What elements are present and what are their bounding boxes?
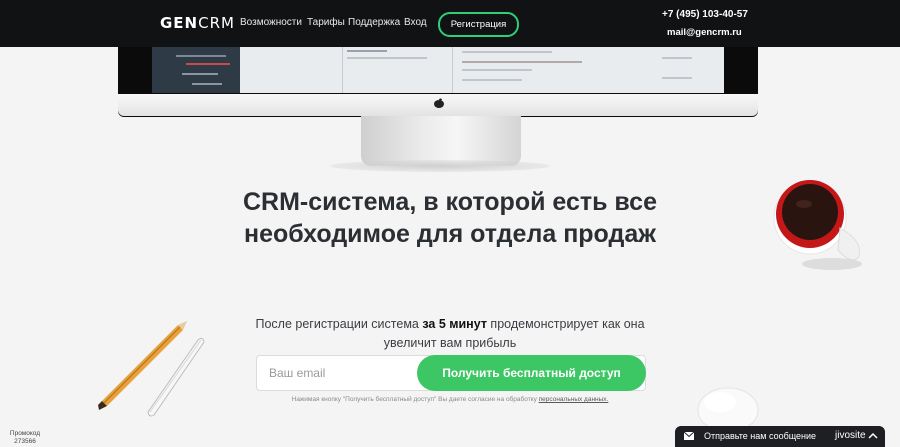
logo-crm: CRM <box>198 14 235 32</box>
get-free-access-button[interactable]: Получить бесплатный доступ <box>417 355 646 391</box>
monitor-screen <box>152 47 724 93</box>
nav-login[interactable]: Вход <box>404 17 427 28</box>
chevron-up-icon[interactable] <box>868 431 878 441</box>
monitor-stand <box>361 116 521 166</box>
promo-code: Промокод 273566 <box>4 430 46 446</box>
site-header: GENCRM Возможности Тарифы Поддержка Вход… <box>0 0 900 47</box>
mouse-image <box>697 387 759 426</box>
consent-label: Нажимая кнопку "Получить бесплатный дост… <box>291 396 539 403</box>
hero-headline: CRM-система, в которой есть все необходи… <box>243 188 657 248</box>
screen-sidebar <box>152 47 240 93</box>
chat-label: Отправьте нам сообщение <box>704 431 817 441</box>
envelope-icon <box>684 432 694 440</box>
contact-email[interactable]: mail@gencrm.ru <box>667 27 742 38</box>
logo[interactable]: GENCRM <box>160 14 235 32</box>
apple-logo-icon <box>434 98 444 108</box>
chat-brand: jivosite <box>835 430 866 441</box>
phone-number[interactable]: +7 (495) 103-40-57 <box>662 9 748 20</box>
promo-value: 273566 <box>14 438 36 445</box>
nav-features[interactable]: Возможности <box>240 17 302 28</box>
chat-widget[interactable]: Отправьте нам сообщение jivosite <box>675 426 885 447</box>
privacy-link[interactable]: персональных данных. <box>539 396 609 403</box>
logo-gen: GEN <box>160 14 199 32</box>
nav-support[interactable]: Поддержка <box>348 17 400 28</box>
promo-label: Промокод <box>9 430 41 437</box>
consent-text: Нажимая кнопку "Получить бесплатный дост… <box>240 396 660 403</box>
coffee-cup-image <box>773 180 862 270</box>
email-input[interactable] <box>269 356 419 390</box>
nav-pricing[interactable]: Тарифы <box>307 17 345 28</box>
register-button[interactable]: Регистрация <box>438 12 519 37</box>
subtitle-highlight: за 5 минут <box>422 317 487 331</box>
stand-shadow <box>330 160 550 172</box>
hero-subtitle: После регистрации система за 5 минут про… <box>240 315 660 353</box>
subtitle-part1: После регистрации система <box>255 317 423 331</box>
pen-image <box>147 337 205 417</box>
